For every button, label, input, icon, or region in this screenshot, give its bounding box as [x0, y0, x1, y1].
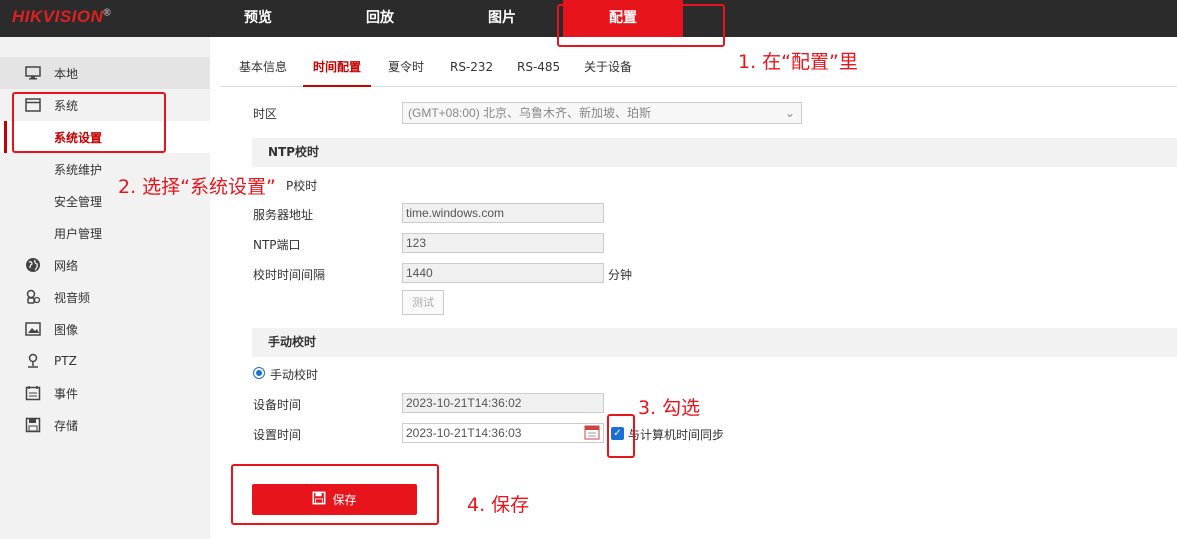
- sidebar-item-ptz[interactable]: PTZ: [0, 345, 210, 377]
- sidebar-item-user-management[interactable]: 用户管理: [0, 217, 210, 249]
- server-address-input[interactable]: time.windows.com: [402, 203, 604, 223]
- interval-input[interactable]: 1440: [402, 263, 604, 283]
- timezone-value: (GMT+08:00) 北京、乌鲁木齐、新加坡、珀斯: [408, 106, 652, 120]
- nav-playback[interactable]: 回放: [320, 0, 440, 37]
- monitor-icon: [24, 64, 42, 82]
- ntp-port-label: NTP端口: [253, 238, 301, 252]
- ptz-icon: [24, 352, 42, 370]
- annotation-step3: 3. 勾选: [638, 397, 701, 419]
- sidebar-item-storage[interactable]: 存储: [0, 409, 210, 441]
- annotation-box-config: [557, 4, 725, 47]
- annotation-box-checkbox: [607, 414, 635, 458]
- server-address-label: 服务器地址: [253, 208, 314, 222]
- calendar-picker-icon[interactable]: [584, 424, 600, 440]
- sidebar-item-label: 事件: [54, 386, 79, 401]
- sidebar-item-audio-video[interactable]: 视音频: [0, 281, 210, 313]
- manual-sync-radio[interactable]: [253, 367, 265, 379]
- annotation-box-system-settings: [12, 92, 166, 153]
- tab-dst[interactable]: 夏令时: [388, 37, 424, 87]
- annotation-box-save: [231, 464, 439, 525]
- manual-section-header: 手动校时: [252, 328, 1177, 357]
- interval-unit: 分钟: [608, 268, 633, 282]
- sidebar-item-event[interactable]: 事件: [0, 377, 210, 409]
- annotation-step2: 2. 选择“系统设置”: [118, 176, 276, 198]
- sidebar-item-label: 图像: [54, 322, 79, 337]
- sidebar-item-label: PTZ: [54, 354, 77, 368]
- logo-text: HIKVISION: [12, 7, 104, 26]
- interval-label: 校时时间间隔: [253, 268, 326, 282]
- hikvision-logo: HIKVISION®: [12, 7, 111, 27]
- ntp-radio-label: P校时: [286, 179, 318, 193]
- device-time-input: 2023-10-21T14:36:02: [402, 393, 604, 413]
- sidebar-item-local[interactable]: 本地: [0, 57, 210, 89]
- annotation-step1: 1. 在“配置”里: [738, 51, 858, 73]
- sidebar-item-image[interactable]: 图像: [0, 313, 210, 345]
- logo-reg-mark: ®: [103, 7, 112, 19]
- sidebar-item-label: 存储: [54, 418, 79, 433]
- nav-preview[interactable]: 预览: [198, 0, 318, 37]
- timezone-label: 时区: [253, 107, 278, 121]
- device-time-label: 设备时间: [253, 398, 302, 412]
- sidebar-item-label: 系统维护: [54, 162, 103, 177]
- chevron-down-icon: ⌄: [784, 106, 795, 120]
- timezone-select[interactable]: (GMT+08:00) 北京、乌鲁木齐、新加坡、珀斯 ⌄: [402, 102, 802, 124]
- globe-icon: [24, 256, 42, 274]
- set-time-input[interactable]: 2023-10-21T14:36:03: [402, 423, 604, 443]
- sidebar-item-network[interactable]: 网络: [0, 249, 210, 281]
- calendar-icon: [24, 384, 42, 402]
- sidebar-item-label: 网络: [54, 258, 79, 273]
- tab-rs485[interactable]: RS-485: [517, 37, 560, 87]
- sidebar-item-label: 用户管理: [54, 226, 103, 241]
- tab-time-settings[interactable]: 时间配置: [303, 37, 372, 87]
- sidebar-item-label: 安全管理: [54, 194, 103, 209]
- sidebar-item-label: 视音频: [54, 290, 91, 305]
- save-disk-icon: [24, 416, 42, 434]
- sync-computer-time-label: 与计算机时间同步: [628, 428, 725, 442]
- test-button[interactable]: 测试: [402, 290, 444, 315]
- ntp-section-header: NTP校时: [252, 138, 1177, 167]
- image-icon: [24, 320, 42, 338]
- microphone-icon: [24, 288, 42, 306]
- set-time-label: 设置时间: [253, 428, 302, 442]
- manual-radio-label: 手动校时: [270, 368, 319, 382]
- sidebar-item-label: 本地: [54, 66, 79, 81]
- annotation-step4: 4. 保存: [467, 494, 530, 516]
- tab-rs232[interactable]: RS-232: [450, 37, 493, 87]
- nav-picture[interactable]: 图片: [442, 0, 562, 37]
- tab-basic-info[interactable]: 基本信息: [239, 37, 287, 87]
- ntp-port-input[interactable]: 123: [402, 233, 604, 253]
